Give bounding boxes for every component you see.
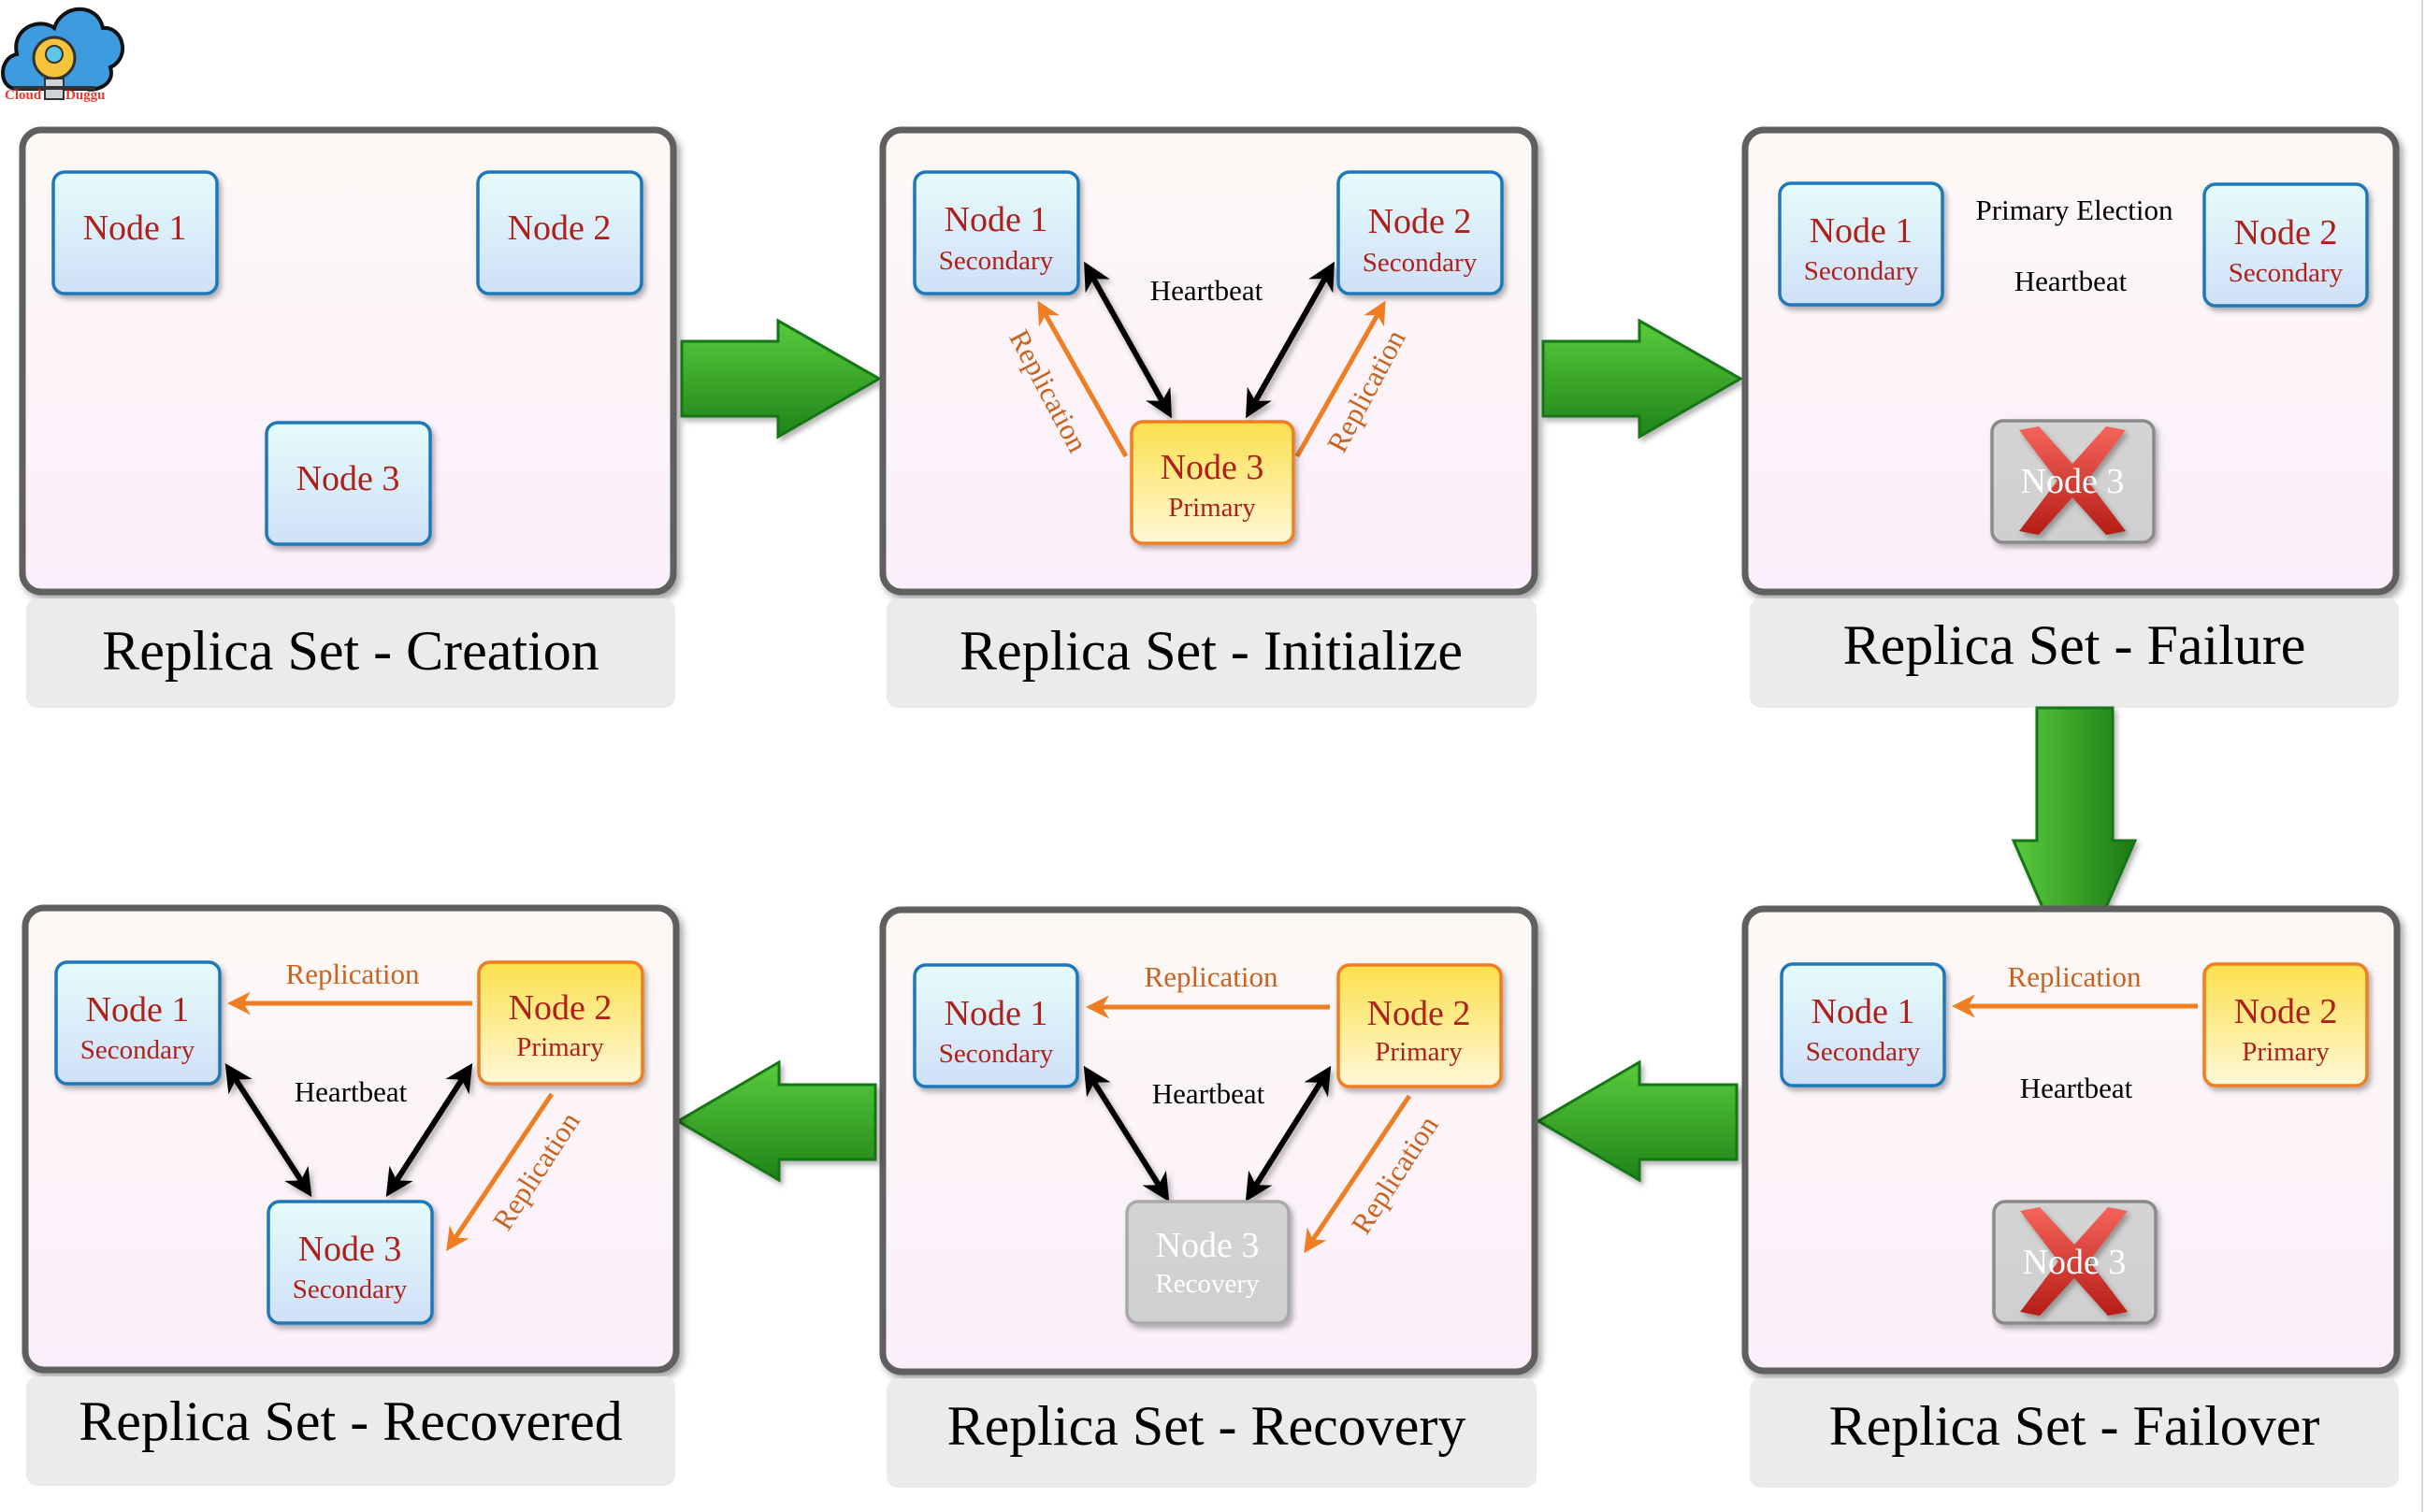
- heartbeat-label: Heartbeat: [1150, 274, 1263, 307]
- node-role: Secondary: [1804, 256, 1919, 286]
- node-role: Recovery: [1155, 1269, 1260, 1299]
- panel-failure: Replica Set - Failure Primary Election H…: [1741, 126, 2400, 708]
- node-1[interactable]: Node 1 Secondary: [1778, 181, 1944, 307]
- gear-icon: [45, 45, 64, 64]
- node-3-failed[interactable]: Node 3: [1992, 1200, 2158, 1325]
- node-title: Node 3: [2021, 462, 2125, 501]
- panel-creation: Replica Set - Creation Node 1 Node 2 Nod…: [19, 126, 677, 708]
- node-2[interactable]: Node 2 Primary: [477, 960, 644, 1086]
- node-title: Node 3: [298, 1230, 402, 1269]
- node-role: Secondary: [939, 246, 1054, 276]
- node-3[interactable]: Node 3: [265, 421, 432, 546]
- panel-caption: Replica Set - Initialize: [960, 620, 1463, 682]
- logo-text-left: Cloud: [5, 88, 42, 103]
- heartbeat-label: Heartbeat: [1152, 1077, 1265, 1110]
- node-1[interactable]: Node 1 Secondary: [913, 170, 1080, 295]
- node-1[interactable]: Node 1 Secondary: [913, 963, 1079, 1088]
- node-title: Node 3: [1161, 448, 1264, 487]
- logo-text-right: Duggu: [65, 88, 106, 103]
- node-3-recovering[interactable]: Node 3 Recovery: [1125, 1200, 1291, 1325]
- heartbeat-label: Heartbeat: [295, 1075, 408, 1108]
- node-3[interactable]: Node 3 Secondary: [267, 1200, 434, 1325]
- node-title: Node 2: [2234, 213, 2338, 252]
- node-2[interactable]: Node 2 Primary: [1336, 963, 1503, 1088]
- node-2[interactable]: Node 2: [476, 170, 643, 295]
- panel-recovered: Replica Set - Recovered Replication Hear…: [22, 904, 680, 1486]
- node-role: Secondary: [2229, 258, 2344, 288]
- node-2[interactable]: Node 2 Primary: [2202, 962, 2369, 1087]
- node-title: Node 1: [86, 990, 190, 1030]
- panel-caption: Replica Set - Recovered: [79, 1390, 622, 1452]
- logo: Cloud Duggu: [1, 7, 125, 103]
- panel-initialize: Replica Set - Initialize Heartbeat Repli…: [879, 126, 1538, 708]
- node-title: Node 3: [2023, 1243, 2127, 1282]
- flow-arrow-left-2: [675, 1059, 877, 1183]
- node-role: Primary: [1375, 1037, 1463, 1067]
- node-title: Node 3: [296, 459, 400, 498]
- node-title: Node 1: [945, 994, 1048, 1033]
- node-role: Primary: [1168, 493, 1256, 523]
- node-title: Node 2: [508, 209, 612, 248]
- node-title: Node 1: [1810, 211, 1913, 251]
- node-title: Node 2: [1368, 202, 1472, 241]
- node-2[interactable]: Node 2 Secondary: [1336, 170, 1504, 295]
- replication-label: Replication: [2008, 960, 2142, 993]
- node-1[interactable]: Node 1 Secondary: [1780, 962, 1946, 1087]
- node-role: Secondary: [1806, 1037, 1921, 1067]
- replica-set-lifecycle-diagram: Cloud Duggu Replica Set - Creation Node …: [1, 7, 2401, 1488]
- flow-arrow-right-1: [680, 318, 883, 439]
- node-title: Node 2: [2234, 992, 2338, 1031]
- replication-label-top: Replication: [1145, 960, 1278, 993]
- node-role: Secondary: [939, 1039, 1054, 1069]
- node-2[interactable]: Node 2 Secondary: [2202, 182, 2369, 308]
- panel-recovery: Replica Set - Recovery Replication Heart…: [879, 906, 1538, 1488]
- panel-caption: Replica Set - Recovery: [947, 1395, 1466, 1457]
- node-role: Primary: [516, 1032, 604, 1062]
- node-role: Secondary: [80, 1035, 195, 1065]
- node-1[interactable]: Node 1 Secondary: [54, 960, 222, 1086]
- node-3[interactable]: Node 3 Primary: [1130, 420, 1295, 545]
- node-role: Secondary: [293, 1274, 408, 1304]
- panel-caption: Replica Set - Creation: [102, 620, 599, 682]
- heartbeat-label: Heartbeat: [2014, 265, 2128, 297]
- flow-arrow-right-2: [1541, 318, 1744, 439]
- node-title: Node 1: [945, 200, 1048, 239]
- node-title: Node 3: [1156, 1226, 1260, 1265]
- node-role: Primary: [2242, 1037, 2330, 1067]
- flow-arrow-left-1: [1536, 1059, 1739, 1183]
- panel-caption: Replica Set - Failure: [1843, 614, 2306, 676]
- node-role: Secondary: [1363, 248, 1478, 278]
- node-title: Node 1: [83, 209, 187, 248]
- heartbeat-label: Heartbeat: [2020, 1072, 2133, 1104]
- election-label: Primary Election: [1976, 194, 2173, 226]
- panel-caption: Replica Set - Failover: [1829, 1395, 2320, 1457]
- node-title: Node 1: [1812, 992, 1915, 1031]
- node-3-failed[interactable]: Node 3: [1990, 419, 2156, 544]
- node-title: Node 2: [509, 988, 613, 1028]
- panel-failover: Replica Set - Failover Replication Heart…: [1741, 905, 2401, 1488]
- node-1[interactable]: Node 1: [51, 170, 219, 295]
- replication-label-top: Replication: [286, 958, 420, 990]
- node-title: Node 2: [1367, 994, 1471, 1033]
